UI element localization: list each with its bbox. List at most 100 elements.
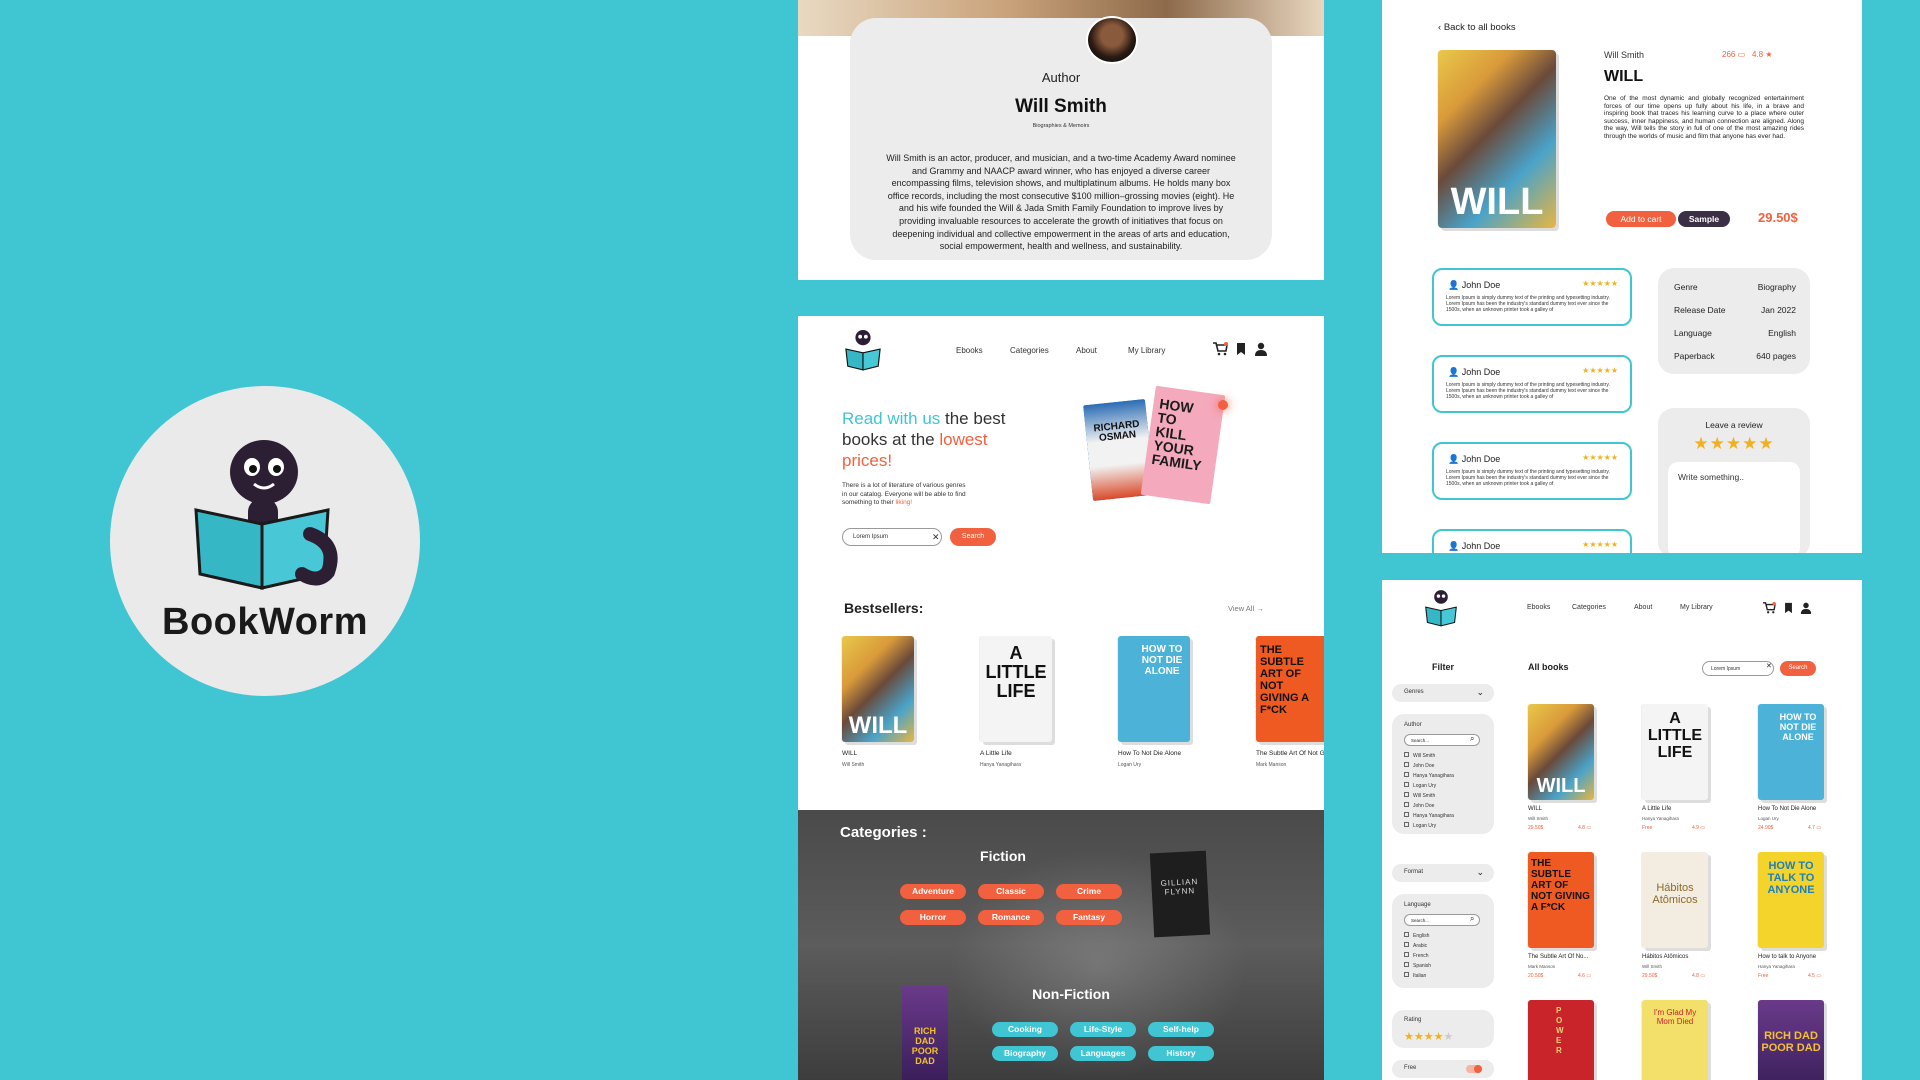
nav-about[interactable]: About	[1634, 604, 1652, 611]
user-icon[interactable]	[1800, 602, 1812, 614]
back-link[interactable]: ‹ Back to all books	[1438, 22, 1516, 33]
book-cover[interactable]: POWER	[1528, 1000, 1594, 1080]
bookmark-icon[interactable]	[1784, 602, 1793, 614]
book-cover[interactable]: WILL	[1528, 704, 1594, 800]
book-title[interactable]: A Little Life	[1642, 806, 1671, 812]
nav-categories[interactable]: Categories	[1010, 346, 1049, 355]
bestseller-title[interactable]: The Subtle Art Of Not Giving a F*ck	[1256, 750, 1324, 757]
book-cover[interactable]: I'm Glad My Mom Died	[1642, 1000, 1708, 1080]
category-life-style[interactable]: Life-Style	[1070, 1022, 1136, 1037]
bestseller-title[interactable]: A Little Life	[980, 750, 1012, 757]
rating-star-input[interactable]: ★★★★★	[1658, 434, 1810, 454]
add-to-cart-button[interactable]: Add to cart	[1606, 211, 1676, 227]
hero-search-input[interactable]: Lorem Ipsum	[842, 528, 942, 546]
detail-author[interactable]: Will Smith	[1604, 50, 1644, 60]
book-detail-panel: ‹ Back to all books WILL Will Smith 266 …	[1382, 0, 1862, 553]
sample-button[interactable]: Sample	[1678, 211, 1730, 227]
nav-categories[interactable]: Categories	[1572, 604, 1606, 611]
book-cover[interactable]: THE SUBTLE ART OF NOT GIVING A F*CK	[1528, 852, 1594, 948]
cover-title: POWER	[1556, 1006, 1564, 1055]
nav-my-library[interactable]: My Library	[1680, 604, 1713, 611]
user-icon[interactable]	[1254, 342, 1268, 356]
nav-my-library[interactable]: My Library	[1128, 346, 1165, 355]
info-language-value: English	[1768, 328, 1796, 338]
view-all-link[interactable]: View All →	[1228, 604, 1264, 613]
rating-stars-input[interactable]: ★★★★★	[1404, 1030, 1453, 1043]
all-books-search-input[interactable]: Lorem Ipsum	[1702, 661, 1774, 676]
cart-icon[interactable]	[1762, 602, 1776, 614]
book-cover[interactable]: Hábitos Atômicos	[1642, 852, 1708, 948]
category-romance[interactable]: Romance	[978, 910, 1044, 925]
author-option: Will Smith	[1404, 792, 1454, 802]
bookworm-mascot-icon	[194, 440, 338, 590]
comment-icon: ▭	[1586, 973, 1592, 979]
all-books-search-button[interactable]: Search	[1780, 661, 1816, 676]
genres-label: Genres	[1404, 689, 1424, 695]
book-title[interactable]: How To Not Die Alone	[1758, 806, 1816, 812]
bestseller-title[interactable]: How To Not Die Alone	[1118, 750, 1181, 757]
free-toggle[interactable]	[1466, 1065, 1482, 1073]
bookmark-icon[interactable]	[1236, 342, 1246, 356]
category-horror[interactable]: Horror	[900, 910, 966, 925]
cart-icon[interactable]	[1212, 342, 1228, 356]
category-crime[interactable]: Crime	[1056, 884, 1122, 899]
info-release-label: Release Date	[1674, 305, 1726, 315]
bestseller-cover-will[interactable]: WILL	[842, 636, 914, 742]
book-cover[interactable]: RICH DAD POOR DAD	[1758, 1000, 1824, 1080]
bestseller-cover-little-life[interactable]: A LITTLE LIFE	[980, 636, 1052, 742]
book-cover[interactable]: HOW TO TALK TO ANYONE	[1758, 852, 1824, 948]
bestseller-title[interactable]: WILL	[842, 750, 857, 757]
all-books-logo-icon[interactable]	[1424, 588, 1458, 628]
hero-search-button[interactable]: Search	[950, 528, 996, 546]
review-name: John Doe	[1461, 454, 1501, 464]
user-icon: 👤	[1448, 454, 1460, 464]
book-title[interactable]: The Subtle Art Of No...	[1528, 954, 1588, 960]
nav-ebooks[interactable]: Ebooks	[1527, 604, 1550, 611]
category-adventure[interactable]: Adventure	[900, 884, 966, 899]
filter-title: Filter	[1432, 662, 1455, 672]
book-rating: 4.8 ▭	[1578, 825, 1591, 831]
fiction-title: Fiction	[980, 848, 1026, 864]
category-history[interactable]: History	[1148, 1046, 1214, 1061]
language-option: Spanish	[1404, 962, 1431, 972]
bestseller-author: Mark Manson	[1256, 762, 1287, 768]
nav-ebooks[interactable]: Ebooks	[956, 346, 983, 355]
category-biography[interactable]: Biography	[992, 1046, 1058, 1061]
cover-title: HOW TO NOT DIE ALONE	[1779, 712, 1817, 742]
author-checkbox-list[interactable]: Will Smith John Doe Hanya Yanagihara Log…	[1404, 752, 1454, 832]
book-rating: 4.8 ▭	[1692, 973, 1705, 979]
book-title[interactable]: How to talk to Anyone	[1758, 954, 1816, 960]
cover-title: THE SUBTLE ART OF NOT GIVING A F*CK	[1531, 858, 1590, 913]
all-books-panel: Ebooks Categories About My Library Filte…	[1382, 580, 1862, 1080]
book-cover[interactable]: A LITTLE LIFE	[1642, 704, 1708, 800]
book-title[interactable]: Hábitos Atômicos	[1642, 954, 1688, 960]
cover-title: I'm Glad My Mom Died	[1653, 1008, 1697, 1026]
category-cooking[interactable]: Cooking	[992, 1022, 1058, 1037]
category-fantasy[interactable]: Fantasy	[1056, 910, 1122, 925]
cover-title: THE SUBTLE ART OF NOT GIVING A F*CK	[1260, 644, 1309, 716]
review-author: 👤 John Doe	[1448, 367, 1500, 378]
bestseller-cover-subtle-art[interactable]: THE SUBTLE ART OF NOT GIVING A F*CK	[1256, 636, 1324, 742]
book-cover[interactable]: HOW TO NOT DIE ALONE	[1758, 704, 1824, 800]
bestseller-cover-not-die-alone[interactable]: HOW TO NOT DIE ALONE	[1118, 636, 1190, 742]
leave-review-title: Leave a review	[1705, 420, 1763, 430]
clear-search-icon[interactable]: ✕	[1766, 662, 1772, 670]
category-self-help[interactable]: Self-help	[1148, 1022, 1214, 1037]
format-dropdown[interactable]: Format ⌄	[1392, 864, 1494, 882]
language-search-input[interactable]: Search...	[1404, 914, 1480, 926]
category-languages[interactable]: Languages	[1070, 1046, 1136, 1061]
clear-search-icon[interactable]: ✕	[932, 532, 940, 543]
review-name: John Doe	[1461, 367, 1501, 377]
review-textarea[interactable]: Write something..	[1668, 462, 1800, 553]
author-search-input[interactable]: Search...	[1404, 734, 1480, 746]
home-logo-icon[interactable]	[844, 328, 882, 372]
nav-about[interactable]: About	[1076, 346, 1097, 355]
author-option: Hanya Yanagihara	[1404, 772, 1454, 782]
free-toggle-row: Free	[1392, 1060, 1494, 1078]
language-checkbox-list[interactable]: English Arabic French Spanish Italian	[1404, 932, 1431, 982]
book-title[interactable]: WILL	[1528, 806, 1542, 812]
category-classic[interactable]: Classic	[978, 884, 1044, 899]
genres-dropdown[interactable]: Genres ⌄	[1392, 684, 1494, 702]
author-option: Hanya Yanagihara	[1404, 812, 1454, 822]
bestseller-author: Hanya Yanagihara	[980, 762, 1021, 768]
